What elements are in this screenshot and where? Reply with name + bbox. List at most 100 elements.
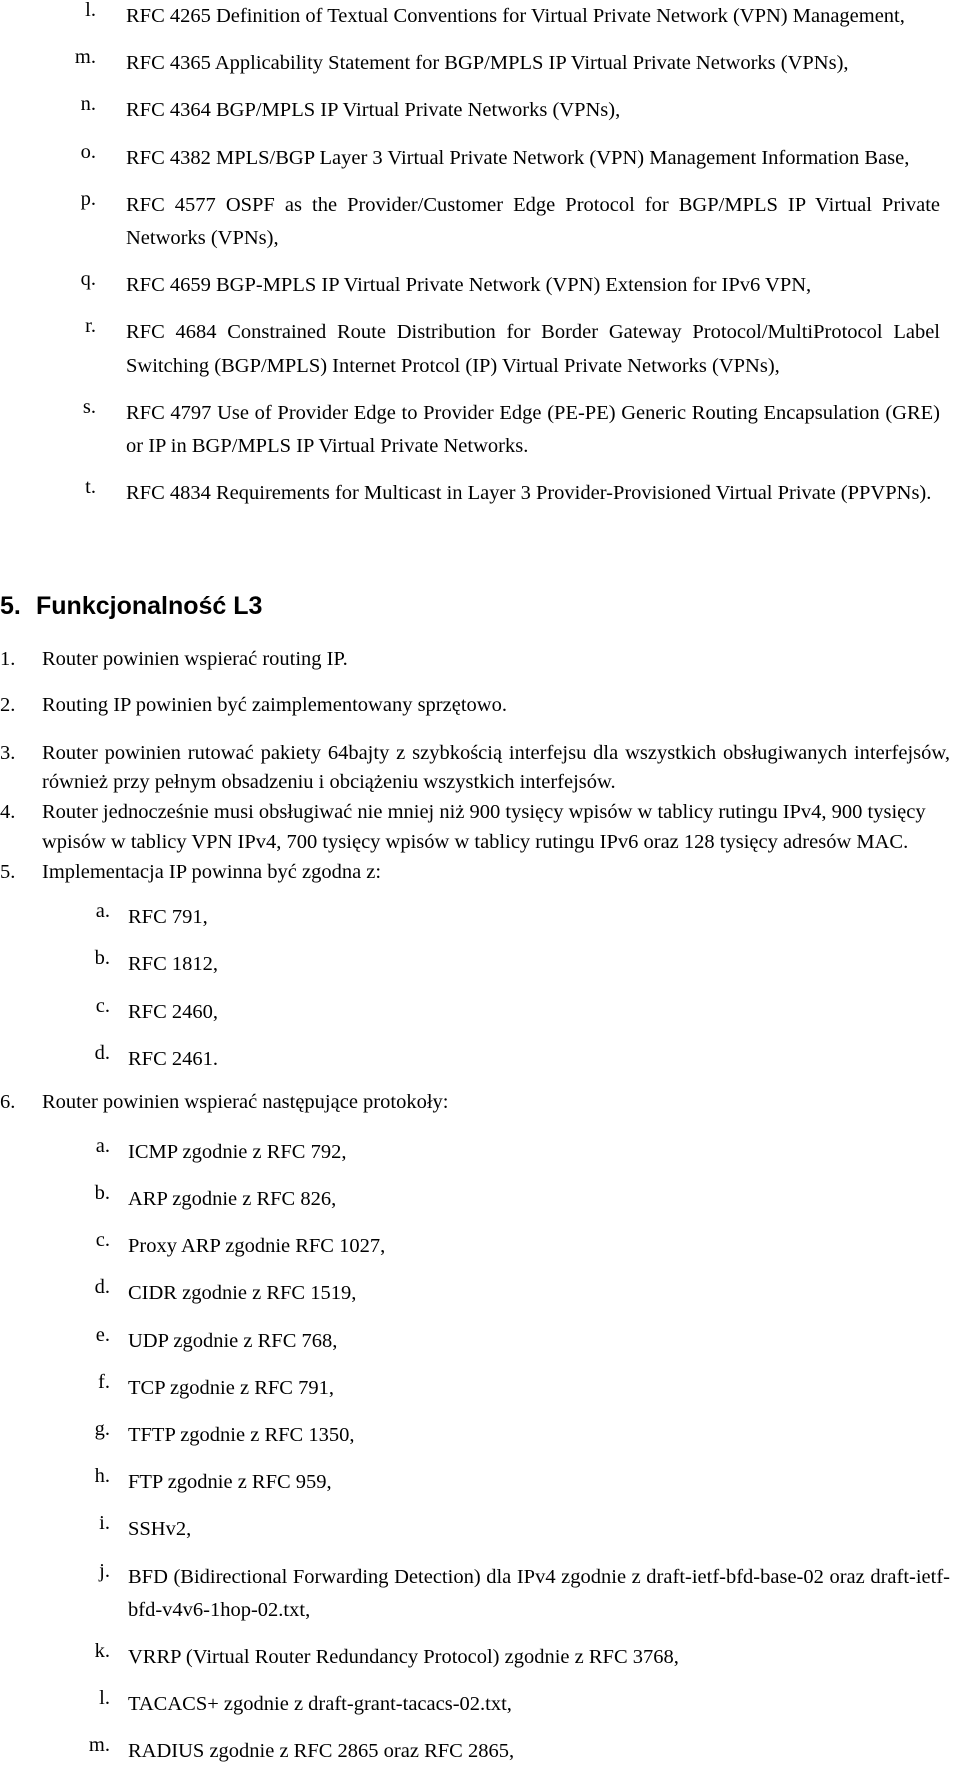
section-heading: 5. Funkcjonalność L3 [0,592,960,621]
list-item: n. RFC 4364 BGP/MPLS IP Virtual Private … [0,94,950,127]
list-item-text: FTP zgodnie z RFC 959, [128,1471,332,1494]
requirements-list: 1. Router powinien wspierać routing IP. … [0,647,960,1768]
list-marker: c. [95,994,110,1017]
list-marker: n. [80,93,96,116]
list-item: d. CIDR zgodnie z RFC 1519, [0,1277,960,1310]
list-item-text: Router powinien wspierać routing IP. [42,648,348,671]
list-item: m. RADIUS zgodnie z RFC 2865 oraz RFC 28… [0,1735,960,1768]
list-marker: 3. [0,741,16,764]
list-marker: j. [99,1559,110,1582]
list-marker: e. [95,1323,110,1346]
list-item-text: Router powinien wspierać następujące pro… [42,1091,449,1114]
list-item: 1. Router powinien wspierać routing IP. [0,647,960,673]
rfc-list-continued: l. RFC 4265 Definition of Textual Conven… [0,0,960,510]
list-item: t. RFC 4834 Requirements for Multicast i… [0,477,950,510]
list-item-text: RFC 2460, [128,1000,218,1023]
list-item: r. RFC 4684 Constrained Route Distributi… [0,316,950,382]
list-marker: 4. [0,801,16,824]
list-item: 3. Router powinien rutować pakiety 64baj… [0,739,960,798]
list-item: j. BFD (Bidirectional Forwarding Detecti… [0,1561,960,1627]
list-item: b. RFC 1812, [0,948,960,981]
list-marker: p. [80,187,96,210]
list-item: c. RFC 2460, [0,996,960,1029]
section-number: 5. [0,592,21,621]
list-item-text: Router powinien rutować pakiety 64bajty … [42,741,950,794]
list-item-text: ARP zgodnie z RFC 826, [128,1187,337,1210]
list-item-text: RFC 4365 Applicability Statement for BGP… [126,52,849,75]
list-marker: 2. [0,694,16,717]
list-item: k. VRRP (Virtual Router Redundancy Proto… [0,1641,960,1674]
list-item-text: CIDR zgodnie z RFC 1519, [128,1282,357,1305]
list-marker: m. [88,1734,110,1757]
list-item-text: RFC 4364 BGP/MPLS IP Virtual Private Net… [126,99,621,122]
list-marker: l. [99,1687,110,1710]
list-item: a. ICMP zgodnie z RFC 792, [0,1136,960,1169]
list-marker: q. [80,268,96,291]
list-item: o. RFC 4382 MPLS/BGP Layer 3 Virtual Pri… [0,142,950,175]
list-item-text: RFC 4834 Requirements for Multicast in L… [126,482,932,505]
list-item-text: BFD (Bidirectional Forwarding Detection)… [128,1565,950,1621]
list-item-text: TFTP zgodnie z RFC 1350, [128,1423,355,1446]
list-item: l. RFC 4265 Definition of Textual Conven… [0,0,950,33]
list-marker: m. [74,46,96,69]
list-item-text: Router jednocześnie musi obsługiwać nie … [42,801,926,853]
list-item-text: Implementacja IP powinna być zgodna z: [42,860,382,883]
list-marker: f. [98,1370,110,1393]
list-marker: a. [95,900,110,923]
list-marker: b. [94,1181,110,1204]
list-item-text: RFC 4684 Constrained Route Distribution … [126,321,940,377]
list-item-text: ICMP zgodnie z RFC 792, [128,1140,347,1163]
list-item: h. FTP zgodnie z RFC 959, [0,1466,960,1499]
list-item-text: RFC 1812, [128,953,218,976]
list-item: 2. Routing IP powinien być zaimplementow… [0,693,960,719]
list-item-text: RFC 2461. [128,1047,218,1070]
list-marker: d. [94,1276,110,1299]
list-item: s. RFC 4797 Use of Provider Edge to Prov… [0,397,950,463]
list-item-text: RFC 791, [128,906,208,929]
list-marker: o. [80,140,96,163]
list-item-text: UDP zgodnie z RFC 768, [128,1329,338,1352]
list-item: q. RFC 4659 BGP-MPLS IP Virtual Private … [0,269,950,302]
list-item-text: SSHv2, [128,1518,192,1541]
list-marker: g. [94,1417,110,1440]
list-marker: c. [95,1229,110,1252]
list-marker: t. [85,476,96,499]
list-item-text: RFC 4265 Definition of Textual Conventio… [126,5,905,27]
list-item: 6. Router powinien wspierać następujące … [0,1090,960,1116]
section-title: Funkcjonalność L3 [36,592,263,621]
list-item: 5. Implementacja IP powinna być zgodna z… [0,858,960,888]
list-marker: b. [94,947,110,970]
list-item-text: RFC 4382 MPLS/BGP Layer 3 Virtual Privat… [126,146,910,169]
list-item-text: RFC 4797 Use of Provider Edge to Provide… [126,401,940,458]
list-marker: h. [94,1465,110,1488]
list-item-text: TCP zgodnie z RFC 791, [128,1376,334,1399]
list-marker: 1. [0,648,16,671]
document-page: l. RFC 4265 Definition of Textual Conven… [0,0,960,1762]
list-item-text: VRRP (Virtual Router Redundancy Protocol… [128,1645,679,1668]
list-item-text: TACACS+ zgodnie z draft-grant-tacacs-02.… [128,1693,512,1716]
list-marker: d. [94,1041,110,1064]
list-marker: r. [85,315,96,338]
list-item: i. SSHv2, [0,1513,960,1546]
list-item: b. ARP zgodnie z RFC 826, [0,1183,960,1216]
list-item-text: RFC 4577 OSPF as the Provider/Customer E… [126,193,940,250]
list-item: m. RFC 4365 Applicability Statement for … [0,47,950,80]
list-item: c. Proxy ARP zgodnie RFC 1027, [0,1230,960,1263]
list-item: a. RFC 791, [0,901,960,934]
list-item-text: RFC 4659 BGP-MPLS IP Virtual Private Net… [126,274,812,297]
list-marker: k. [94,1639,110,1662]
list-item-text: RADIUS zgodnie z RFC 2865 oraz RFC 2865, [128,1740,515,1763]
list-item: g. TFTP zgodnie z RFC 1350, [0,1419,960,1452]
heading-spacer [0,621,960,647]
list-marker: l. [85,0,96,21]
list-item: p. RFC 4577 OSPF as the Provider/Custome… [0,189,950,255]
list-marker: s. [82,395,96,418]
list-marker: 5. [0,860,16,883]
sublist-spacer [0,887,960,901]
list-item: e. UDP zgodnie z RFC 768, [0,1325,960,1358]
list-item: l. TACACS+ zgodnie z draft-grant-tacacs-… [0,1688,960,1721]
list-marker: a. [95,1134,110,1157]
list-item-text: Routing IP powinien być zaimplementowany… [42,694,507,717]
list-item-text: Proxy ARP zgodnie RFC 1027, [128,1235,386,1258]
